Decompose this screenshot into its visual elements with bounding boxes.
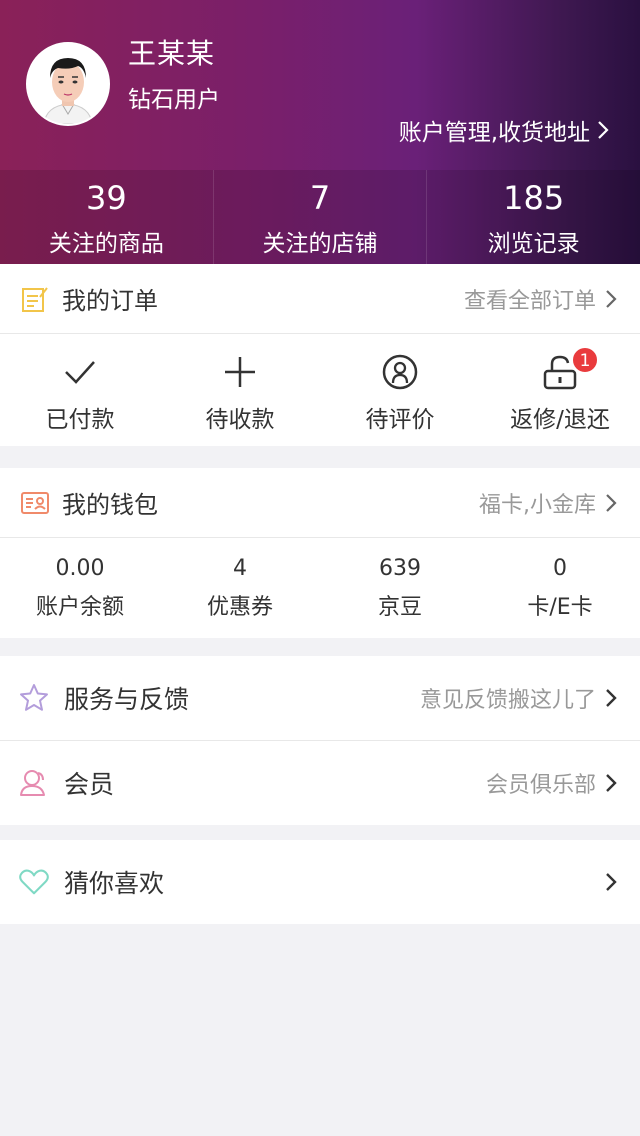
wallet-coupons[interactable]: 4 优惠券	[160, 538, 320, 638]
wallet-value: 0	[553, 556, 567, 581]
wallet-label: 优惠券	[206, 595, 273, 620]
avatar-illustration	[28, 44, 108, 124]
member-link-label: 会员俱乐部	[485, 773, 596, 798]
stat-value: 7	[309, 179, 331, 217]
wallet-value: 639	[379, 556, 421, 581]
stat-browse-history[interactable]: 185 浏览记录	[427, 170, 640, 264]
chevron-right-icon	[606, 289, 617, 308]
service-title: 服务与反馈	[64, 685, 190, 714]
orders-title: 我的订单	[62, 287, 158, 315]
username: 王某某	[128, 37, 216, 70]
stat-label: 关注的商品	[48, 231, 164, 257]
orders-header[interactable]: 我的订单 查看全部订单	[0, 264, 640, 334]
account-link-label: 账户管理,收货地址	[398, 120, 590, 146]
stat-followed-products[interactable]: 39 关注的商品	[0, 170, 214, 264]
order-status-grid: 已付款 待收款 待评价 1 返修/退还	[0, 334, 640, 446]
chevron-right-icon	[606, 689, 617, 707]
chevron-right-icon	[598, 121, 609, 139]
guess-you-like-section: 猜你喜欢	[0, 840, 640, 924]
service-link-label: 意见反馈搬这儿了	[419, 688, 596, 713]
wallet-cards[interactable]: 0 卡/E卡	[480, 538, 640, 638]
order-return-repair[interactable]: 1 返修/退还	[480, 334, 640, 446]
avatar[interactable]	[26, 42, 110, 126]
member-row[interactable]: 会员 会员俱乐部	[0, 741, 640, 825]
wallet-jingdou[interactable]: 639 京豆	[320, 538, 480, 638]
chevron-right-icon	[606, 774, 617, 792]
service-feedback-row[interactable]: 服务与反馈 意见反馈搬这儿了	[0, 656, 640, 740]
wallet-label: 卡/E卡	[527, 595, 593, 620]
wallet-balance[interactable]: 0.00 账户余额	[0, 538, 160, 638]
wallet-label: 京豆	[377, 595, 422, 620]
order-status-label: 已付款	[45, 407, 115, 433]
order-status-label: 待收款	[205, 407, 275, 433]
wallet-card-icon	[20, 488, 50, 518]
review-icon	[382, 354, 418, 390]
check-icon	[65, 361, 95, 384]
order-paid[interactable]: 已付款	[0, 334, 160, 446]
service-member-section: 服务与反馈 意见反馈搬这儿了 会员 会员俱乐部	[0, 656, 640, 825]
wallet-title: 我的钱包	[62, 491, 158, 519]
member-title: 会员	[64, 770, 115, 799]
order-list-icon	[20, 284, 50, 314]
wallet-link-label: 福卡,小金库	[479, 492, 596, 518]
stats-bar: 39 关注的商品 7 关注的店铺 185 浏览记录	[0, 170, 640, 264]
wallet-header[interactable]: 我的钱包 福卡,小金库	[0, 468, 640, 538]
view-all-orders-link[interactable]: 查看全部订单	[464, 283, 618, 315]
stat-followed-shops[interactable]: 7 关注的店铺	[214, 170, 428, 264]
user-level: 钻石用户	[128, 87, 220, 113]
stat-value: 39	[85, 179, 127, 217]
guess-you-like-row[interactable]: 猜你喜欢	[0, 840, 640, 924]
stat-value: 185	[503, 179, 565, 217]
member-icon	[18, 767, 50, 799]
wallet-grid: 0.00 账户余额 4 优惠券 639 京豆 0 卡/E卡	[0, 538, 640, 638]
orders-section: 我的订单 查看全部订单 已付款 待收款 待评价 1 返修/退还	[0, 264, 640, 446]
chevron-right-icon	[606, 873, 617, 891]
guess-title: 猜你喜欢	[64, 869, 165, 898]
profile-header: 王某某 钻石用户 账户管理,收货地址 39 关注的商品 7 关注的店铺 185 …	[0, 0, 640, 264]
chevron-right-icon	[606, 493, 617, 512]
wallet-value: 4	[233, 556, 247, 581]
wallet-section: 我的钱包 福卡,小金库 0.00 账户余额 4 优惠券 639 京豆 0 卡/E…	[0, 468, 640, 638]
notification-badge: 1	[572, 347, 598, 373]
order-status-label: 返修/退还	[510, 407, 610, 433]
order-status-label: 待评价	[365, 407, 435, 433]
wallet-value: 0.00	[55, 556, 105, 581]
order-pending-receipt[interactable]: 待收款	[160, 334, 320, 446]
order-pending-review[interactable]: 待评价	[320, 334, 480, 446]
wallet-label: 账户余额	[35, 595, 124, 620]
account-management-link[interactable]: 账户管理,收货地址	[399, 113, 610, 147]
plus-icon	[225, 357, 255, 387]
star-icon	[18, 682, 50, 714]
view-all-orders-label: 查看全部订单	[463, 288, 596, 314]
stat-label: 关注的店铺	[262, 231, 378, 257]
wallet-link[interactable]: 福卡,小金库	[479, 487, 618, 519]
heart-icon	[18, 866, 50, 898]
stat-label: 浏览记录	[487, 231, 580, 257]
